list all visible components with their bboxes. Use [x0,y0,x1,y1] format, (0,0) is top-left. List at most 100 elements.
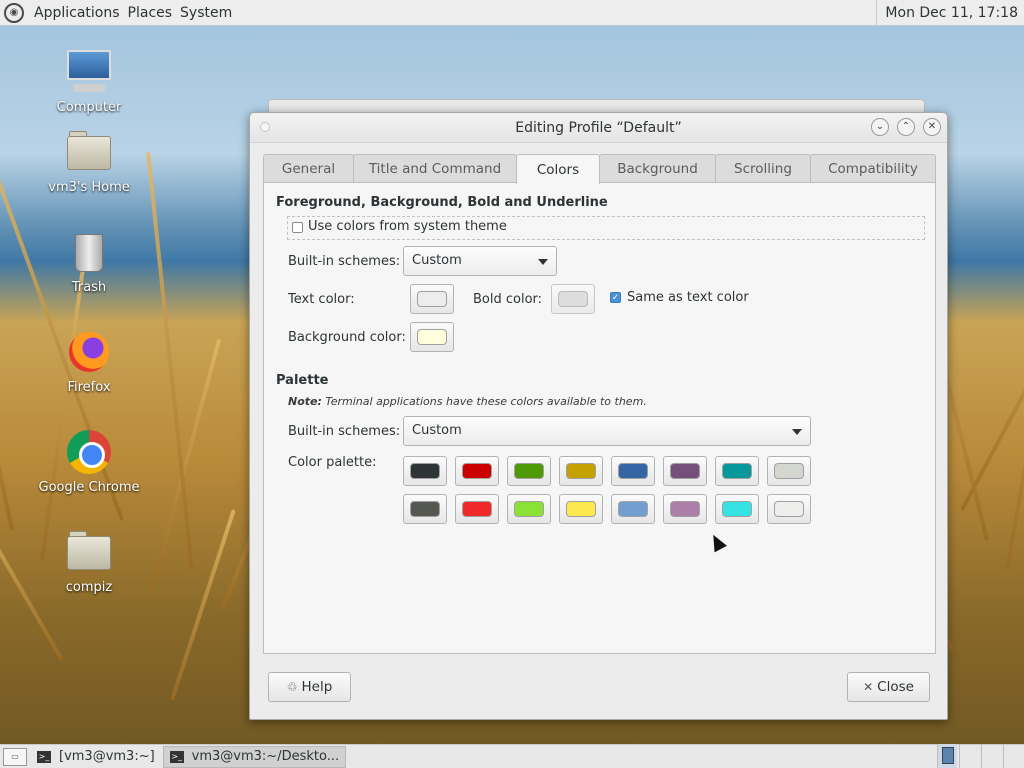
palette-color-button-14[interactable] [663,494,707,524]
tab-scrolling[interactable]: Scrolling [715,154,811,183]
color-swatch [722,463,752,479]
trash-icon [65,228,113,276]
color-swatch [618,501,648,517]
workspace-window-icon [942,747,954,764]
close-icon: ✕ [863,680,874,694]
desktop-icon-compiz[interactable]: compiz [34,528,144,595]
taskbar-item-label: [vm3@vm3:~] [59,749,155,764]
color-swatch [410,463,440,479]
combo-value: Custom [412,423,462,438]
bold-color-button[interactable] [551,284,595,314]
palette-color-button-8[interactable] [767,456,811,486]
menu-applications[interactable]: Applications [30,5,124,21]
background-color-label: Background color: [288,330,406,345]
use-system-theme-checkbox[interactable] [292,222,303,233]
fg-section-heading: Foreground, Background, Bold and Underli… [276,195,608,210]
editing-profile-dialog: Editing Profile “Default” ⌄ ⌃ ✕ General … [249,112,948,720]
palette-color-button-11[interactable] [507,494,551,524]
desktop-icon-trash[interactable]: Trash [34,228,144,295]
tab-compatibility[interactable]: Compatibility [810,154,936,183]
home-folder-icon [65,128,113,176]
use-system-theme-row[interactable]: Use colors from system theme [287,216,925,240]
close-button[interactable]: ✕ Close [847,672,930,702]
tab-title-and-command[interactable]: Title and Command [353,154,517,183]
fg-builtin-schemes-combo[interactable]: Custom [403,246,557,276]
color-swatch [566,463,596,479]
workspace-3[interactable] [981,744,1001,768]
color-swatch [722,501,752,517]
tab-colors[interactable]: Colors [516,154,600,184]
color-swatch [514,501,544,517]
color-swatch [417,291,447,307]
tab-general[interactable]: General [263,154,354,183]
palette-note: Note: Terminal applications have these c… [288,395,647,408]
workspace-1[interactable] [937,744,957,768]
menu-system[interactable]: System [176,5,236,21]
desktop-icon-computer[interactable]: Computer [34,48,144,115]
colors-panel: Foreground, Background, Bold and Underli… [263,182,936,654]
computer-icon [65,48,113,96]
help-icon: ♲ [286,680,298,694]
color-palette-grid [403,456,813,524]
bottom-taskbar: ▭ >_ [vm3@vm3:~] >_ vm3@vm3:~/Deskto... [0,744,1024,768]
workspace-4[interactable] [1003,744,1024,768]
taskbar-item-terminal-1[interactable]: >_ [vm3@vm3:~] [31,746,161,768]
palette-color-button-3[interactable] [507,456,551,486]
text-color-button[interactable] [410,284,454,314]
color-swatch [462,501,492,517]
tab-background[interactable]: Background [599,154,716,183]
mate-logo-icon[interactable]: ◉ [4,2,24,23]
minimize-icon[interactable]: ⌄ [871,118,889,136]
dropdown-arrow-icon [538,259,548,265]
combo-value: Custom [412,253,462,268]
same-as-text-checkbox[interactable]: ✓ [610,292,621,303]
background-color-button[interactable] [410,322,454,352]
palette-color-button-7[interactable] [715,456,759,486]
color-swatch [566,501,596,517]
color-palette-label: Color palette: [288,455,377,470]
color-swatch [670,501,700,517]
desktop-icon-home[interactable]: vm3's Home [34,128,144,195]
palette-color-button-16[interactable] [767,494,811,524]
show-desktop-icon[interactable]: ▭ [3,747,27,766]
close-window-icon[interactable]: ✕ [923,118,941,136]
panel-clock[interactable]: Mon Dec 11, 17:18 [876,0,1024,26]
taskbar-item-label: vm3@vm3:~/Deskto... [191,749,340,764]
palette-color-button-15[interactable] [715,494,759,524]
palette-color-button-1[interactable] [403,456,447,486]
desktop-icon-firefox[interactable]: Firefox [34,328,144,395]
palette-color-button-4[interactable] [559,456,603,486]
color-swatch [410,501,440,517]
builtin-schemes-label: Built-in schemes: [288,254,401,269]
desktop-icon-chrome[interactable]: Google Chrome [34,428,144,495]
maximize-icon[interactable]: ⌃ [897,118,915,136]
dropdown-arrow-icon [792,429,802,435]
palette-color-button-13[interactable] [611,494,655,524]
profile-tabs: General Title and Command Colors Backgro… [263,154,936,184]
palette-color-button-9[interactable] [403,494,447,524]
workspace-2[interactable] [959,744,979,768]
palette-color-button-2[interactable] [455,456,499,486]
palette-color-button-12[interactable] [559,494,603,524]
help-button[interactable]: ♲ Help [268,672,351,702]
color-swatch [670,463,700,479]
folder-icon [65,528,113,576]
color-swatch [514,463,544,479]
color-swatch [618,463,648,479]
taskbar-item-terminal-2[interactable]: >_ vm3@vm3:~/Deskto... [162,745,347,768]
use-system-theme-label: Use colors from system theme [308,219,507,234]
palette-builtin-schemes-combo[interactable]: Custom [403,416,811,446]
desktop-icon-label: vm3's Home [48,180,130,195]
desktop-icon-label: Firefox [67,380,111,395]
dialog-titlebar[interactable]: Editing Profile “Default” ⌄ ⌃ ✕ [250,113,947,143]
desktop-icon-label: Computer [56,100,122,115]
chrome-icon [65,428,113,476]
desktop-icon-label: Trash [71,280,107,295]
menu-places[interactable]: Places [124,5,177,21]
color-swatch [774,501,804,517]
terminal-icon: >_ [169,750,184,763]
top-panel: ◉ Applications Places System Mon Dec 11,… [0,0,1024,26]
palette-color-button-6[interactable] [663,456,707,486]
palette-color-button-5[interactable] [611,456,655,486]
palette-color-button-10[interactable] [455,494,499,524]
